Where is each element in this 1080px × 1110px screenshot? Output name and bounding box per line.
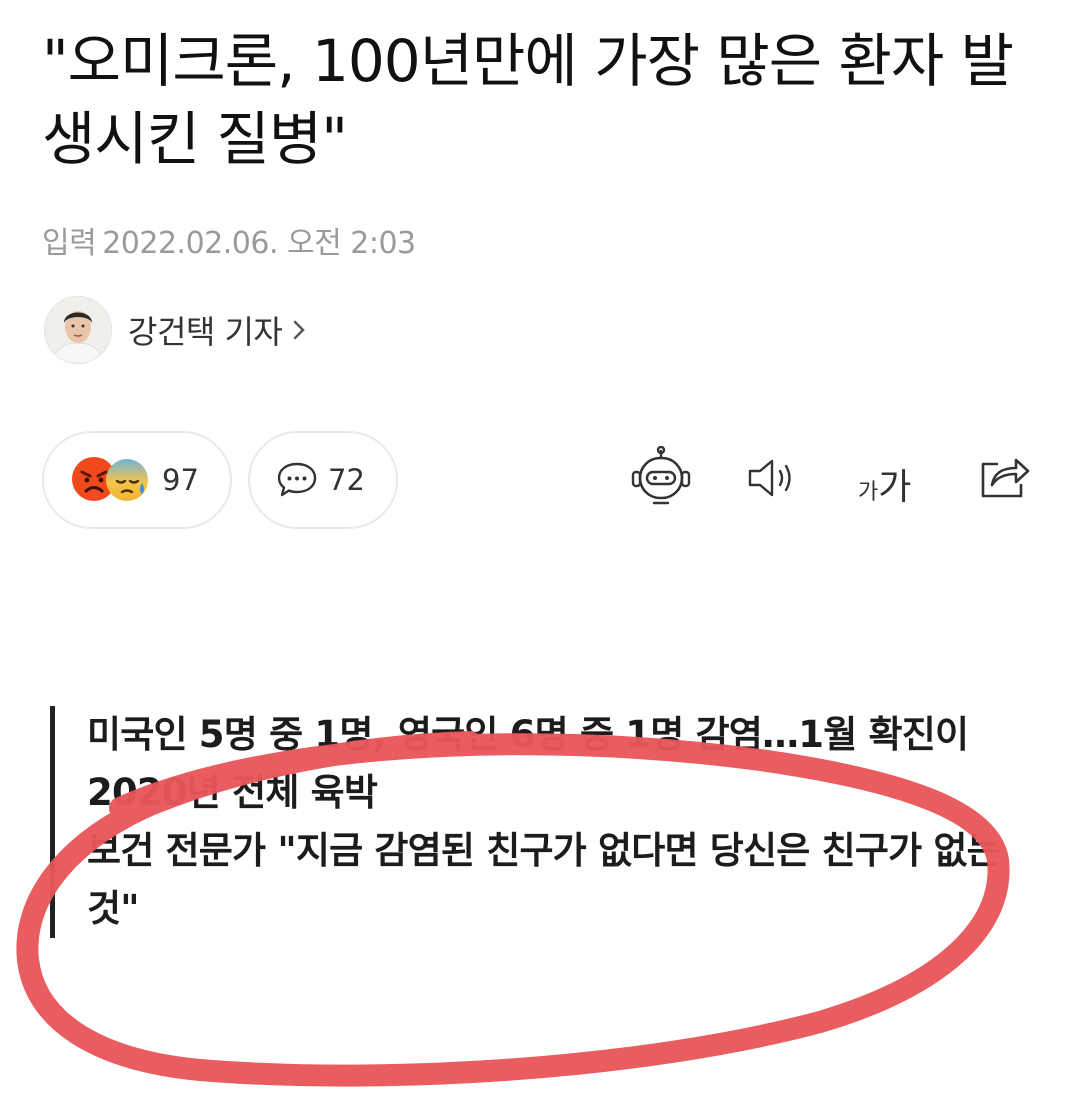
date-label: 입력: [42, 226, 97, 261]
font-size-button[interactable]: 가가: [858, 458, 911, 510]
chevron-right-icon: [294, 320, 306, 340]
speaker-icon: [748, 459, 791, 497]
reporter-avatar: [44, 296, 112, 364]
sad-sweat-face-icon: [106, 459, 148, 501]
summary-line-2: 보건 전문가 "지금 감염된 친구가 없다면 당신은 친구가 없는 것": [87, 829, 1001, 930]
article-headline: "오미크론, 100년만에 가장 많은 환자 발생시킨 질병": [42, 27, 1014, 173]
reporter-link[interactable]: 강건택 기자: [44, 294, 306, 366]
text-to-speech-button[interactable]: [746, 458, 804, 502]
comment-count: 72: [328, 463, 365, 497]
comment-button[interactable]: 72: [248, 431, 398, 529]
article-summary-quote: 미국인 5명 중 1명, 영국인 6명 중 1명 감염…1월 확진이 2020년…: [50, 706, 1010, 938]
summary-line-1: 미국인 5명 중 1명, 영국인 6명 중 1명 감염…1월 확진이 2020년…: [87, 713, 969, 814]
speech-bubble-icon: [277, 462, 317, 497]
share-button[interactable]: [978, 452, 1032, 504]
reaction-button[interactable]: 97: [42, 431, 232, 529]
font-size-small-label: 가: [858, 480, 879, 505]
reaction-count: 97: [162, 463, 199, 497]
date-value: 2022.02.06. 오전 2:03: [102, 226, 416, 261]
share-icon: [981, 458, 1030, 498]
robot-summary-icon: [631, 445, 691, 505]
robot-summary-button[interactable]: [628, 445, 694, 512]
font-size-large-label: 가: [878, 467, 911, 508]
reporter-name: 강건택 기자: [128, 313, 283, 351]
article-dateline: 입력 2022.02.06. 오전 2:03: [42, 218, 416, 262]
